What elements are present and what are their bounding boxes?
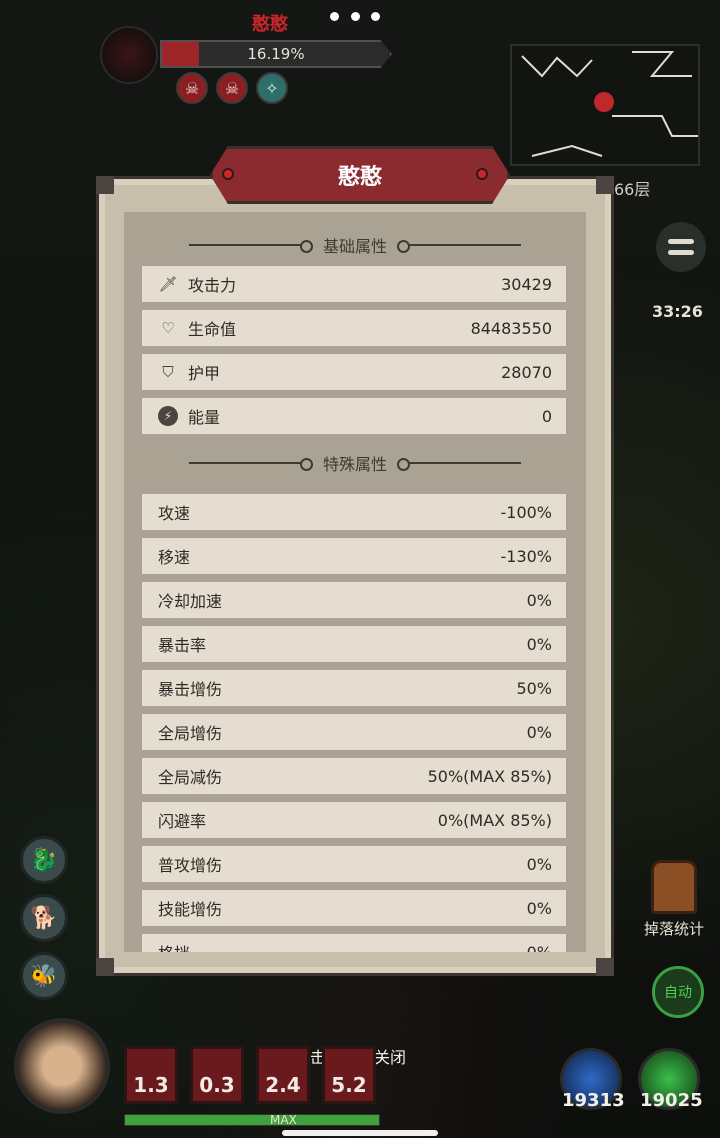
heart-icon: ♡ (161, 319, 175, 337)
skill-slot[interactable]: 0.3 (190, 1046, 244, 1104)
companion-bee-icon[interactable]: 🐝 (20, 952, 68, 1000)
exp-bar (124, 1114, 380, 1126)
drop-stats-label: 掉落统计 (644, 920, 705, 938)
backpack-icon (651, 860, 697, 914)
shield-icon: ⛉ (162, 363, 174, 381)
stat-row-hp: ♡ 生命值 84483550 (142, 310, 566, 346)
minimap-paths (521, 51, 698, 157)
boss-hp-bar: 16.19% (160, 40, 392, 68)
stat-row-special: 格挡0% (142, 934, 566, 952)
stat-row-special: 闪避率 0%(MAX 85%) (142, 802, 566, 838)
blue-potion-count: 19313 (562, 1090, 625, 1111)
panel-corner (96, 176, 114, 194)
stat-row-special: 暴击增伤 50% (142, 670, 566, 706)
stat-row-special: 移速 -130% (142, 538, 566, 574)
basic-section-title: 基础属性 (124, 230, 586, 260)
panel-title: 憨憨 (337, 165, 382, 190)
panel-corner (596, 176, 614, 194)
stats-scroll-area[interactable]: 基础属性 🗡 攻击力 30429 ♡ 生命值 84483550 ⛉ 护甲 28070 … (124, 212, 586, 952)
stat-row-special: 全局减伤 50%(MAX 85%) (142, 758, 566, 794)
sword-icon: 🗡 (158, 275, 178, 293)
stat-row-special: 全局增伤 0% (142, 714, 566, 750)
more-options-button[interactable] (330, 12, 380, 21)
gem-icon (476, 168, 488, 180)
boss-buff-icons: ☠ ☠ ✧ (176, 72, 288, 104)
skill-slot[interactable]: 2.4 (256, 1046, 310, 1104)
drop-stats-button[interactable]: 掉落统计 (644, 860, 704, 939)
auto-button[interactable]: 自动 (652, 966, 704, 1018)
stat-row-energy: ⚡ 能量 0 (142, 398, 566, 434)
skull-icon: ☠ (176, 72, 208, 104)
stat-row-special: 暴击率 0% (142, 626, 566, 662)
special-section-title: 特殊属性 (124, 448, 586, 478)
stat-row-attack: 🗡 攻击力 30429 (142, 266, 566, 302)
timer: 33:26 (652, 302, 703, 321)
hero-avatar[interactable] (14, 1018, 110, 1114)
boss-name: 憨憨 (252, 14, 288, 35)
stat-row-special: 普攻增伤 0% (142, 846, 566, 882)
stat-row-special: 冷却加速 0% (142, 582, 566, 618)
stat-row-special: 技能增伤 0% (142, 890, 566, 926)
stat-row-special: 攻速 -100% (142, 494, 566, 530)
companion-dog-icon[interactable]: 🐕 (20, 894, 68, 942)
menu-button[interactable] (656, 222, 706, 272)
gem-icon (222, 168, 234, 180)
companion-dragon-icon[interactable]: 🐉 (20, 836, 68, 884)
lightning-icon: ⚡ (158, 406, 178, 426)
panel-corner (96, 958, 114, 976)
panel-title-banner: 憨憨 (210, 146, 510, 204)
broom-icon: ✧ (256, 72, 288, 104)
skill-slot[interactable]: 1.3 (124, 1046, 178, 1104)
floor-label: 66层 (614, 180, 651, 199)
skill-slot[interactable]: 5.2 (322, 1046, 376, 1104)
exp-label: MAX (270, 1113, 297, 1127)
stat-row-armor: ⛉ 护甲 28070 (142, 354, 566, 390)
boss-hp-percent: 16.19% (247, 45, 305, 63)
boss-portrait (100, 26, 158, 84)
home-indicator[interactable] (282, 1130, 438, 1136)
skull-icon: ☠ (216, 72, 248, 104)
panel-corner (596, 958, 614, 976)
minimap[interactable] (510, 44, 700, 166)
exp-fill (125, 1115, 379, 1125)
green-potion-count: 19025 (640, 1090, 703, 1111)
